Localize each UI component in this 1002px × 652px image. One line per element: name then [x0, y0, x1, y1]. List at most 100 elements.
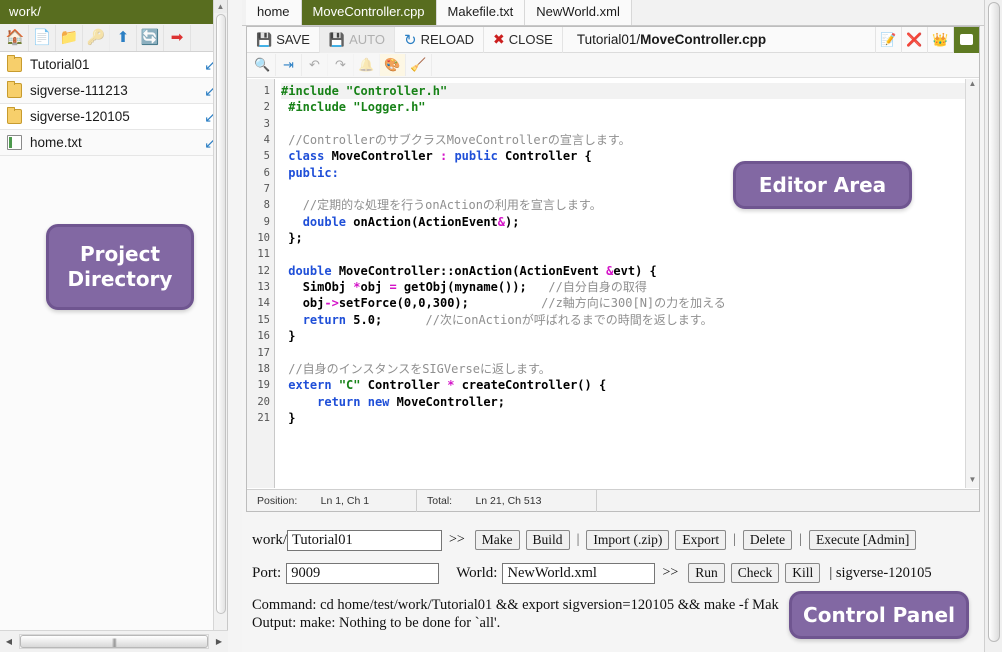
upload-icon[interactable]: ⬆ [110, 25, 137, 51]
main-area: home MoveController.cpp Makefile.txt New… [242, 0, 984, 652]
code-line[interactable]: return 5.0; //次にonActionが呼ばれるまでの時間を返します。 [281, 312, 979, 328]
reload-button[interactable]: ↻ RELOAD [395, 27, 484, 53]
position-status: Position: Ln 1, Ch 1 [247, 490, 417, 512]
color-palette-icon[interactable]: 🎨 [380, 54, 406, 76]
new-folder-icon[interactable]: 📁 [56, 25, 83, 51]
code-editor[interactable]: 123456789101112131415161718192021 #inclu… [247, 79, 979, 488]
tab-movecontroller-cpp[interactable]: MoveController.cpp [302, 0, 437, 25]
scroll-right-icon[interactable]: ▶ [210, 637, 228, 646]
code-token: * [353, 280, 360, 294]
world-input[interactable]: NewWorld.xml [502, 563, 655, 584]
code-token: MoveController; [397, 395, 505, 409]
code-token: "Controller.h" [346, 84, 447, 98]
line-number: 19 [247, 377, 274, 393]
check-button[interactable]: Check [731, 563, 780, 583]
version-label: | sigverse-120105 [829, 565, 931, 582]
tab-makefile-txt[interactable]: Makefile.txt [437, 0, 526, 25]
code-line[interactable]: //ControllerのサブクラスMoveControllerの宣言します。 [281, 132, 979, 148]
folder-icon [7, 57, 22, 72]
separator: | [577, 532, 580, 548]
scrollbar-track[interactable]: ||| [19, 634, 209, 649]
port-input[interactable]: 9009 [286, 563, 439, 584]
build-button[interactable]: Build [526, 530, 570, 550]
code-line[interactable]: }; [281, 230, 979, 246]
auto-save-button[interactable]: 💾 AUTO [320, 27, 395, 53]
list-item[interactable]: home.txt ↙ [0, 130, 227, 156]
page-vertical-scrollbar[interactable] [984, 0, 1002, 652]
kill-button[interactable]: Kill [785, 563, 820, 583]
code-token: obj [361, 280, 383, 294]
refresh-icon[interactable]: 🔄 [137, 25, 164, 51]
home-icon[interactable]: 🏠 [2, 25, 29, 51]
total-value: Ln 21, Ch 513 [475, 495, 541, 507]
code-token [339, 84, 346, 98]
editor-vertical-scrollbar[interactable]: ▲ ▼ [965, 79, 979, 488]
code-token: Controller [368, 378, 440, 392]
scroll-left-icon[interactable]: ◀ [0, 637, 18, 646]
code-line[interactable] [281, 246, 979, 262]
close-button[interactable]: ✖ CLOSE [484, 27, 563, 53]
code-line[interactable] [281, 345, 979, 361]
key-icon[interactable]: 🔑 [83, 25, 110, 51]
line-number: 17 [247, 345, 274, 361]
code-line[interactable]: //自身のインスタンスをSIGVerseに返します。 [281, 361, 979, 377]
scrollbar-thumb[interactable]: ||| [20, 635, 208, 648]
code-line[interactable]: extern "C" Controller * createController… [281, 377, 979, 393]
code-line[interactable]: return new MoveController; [281, 394, 979, 410]
sidebar-horizontal-scrollbar[interactable]: ◀ ||| ▶ [0, 630, 228, 652]
clear-format-icon[interactable]: 🧹 [406, 54, 432, 76]
redo-icon[interactable]: ↷ [328, 54, 354, 76]
code-token: //自身のインスタンスをSIGVerseに返します。 [288, 362, 551, 376]
line-number: 6 [247, 165, 274, 181]
code-token [360, 395, 367, 409]
scroll-up-icon[interactable]: ▲ [966, 79, 979, 92]
code-line[interactable]: double MoveController::onAction(ActionEv… [281, 263, 979, 279]
code-token: { [650, 264, 657, 278]
code-line[interactable]: } [281, 410, 979, 426]
delete-button[interactable]: Delete [743, 530, 792, 550]
undo-icon[interactable]: ↶ [302, 54, 328, 76]
delete-error-icon[interactable]: ❌ [901, 27, 927, 53]
make-button[interactable]: Make [475, 530, 520, 550]
code-content[interactable]: #include "Controller.h" #include "Logger… [275, 79, 979, 488]
list-item[interactable]: Tutorial01 ↙ [0, 52, 227, 78]
save-label: SAVE [276, 32, 310, 47]
list-item[interactable]: sigverse-120105 ↙ [0, 104, 227, 130]
code-line[interactable]: #include "Controller.h" [281, 83, 979, 99]
bell-icon[interactable]: 🔔 [354, 54, 380, 76]
close-icon: ✖ [493, 31, 505, 48]
terminal-window-icon[interactable] [953, 27, 979, 53]
crown-icon[interactable]: 👑 [927, 27, 953, 53]
tab-newworld-xml[interactable]: NewWorld.xml [525, 0, 632, 25]
project-name-input[interactable]: Tutorial01 [287, 530, 442, 551]
line-number: 7 [247, 181, 274, 197]
sidebar-vertical-scrollbar[interactable]: ▲ [213, 0, 227, 630]
tab-home[interactable]: home [246, 0, 302, 25]
code-line[interactable]: SimObj *obj = getObj(myname()); //自分自身の取… [281, 279, 979, 295]
run-button[interactable]: Run [688, 563, 725, 583]
new-file-icon[interactable]: 📄 [29, 25, 56, 51]
line-number: 5 [247, 148, 274, 164]
logout-icon[interactable]: ➡ [164, 25, 191, 51]
scrollbar-thumb[interactable] [216, 14, 226, 614]
goto-line-icon[interactable]: ⇥ [276, 54, 302, 76]
import-zip-button[interactable]: Import (.zip) [586, 530, 669, 550]
scrollbar-thumb[interactable] [988, 2, 1000, 642]
code-line[interactable]: } [281, 328, 979, 344]
code-line[interactable]: #include "Logger.h" [281, 99, 979, 115]
find-icon[interactable]: 🔍 [250, 54, 276, 76]
arrow-indicator: >> [449, 532, 465, 548]
breadcrumb: Tutorial01/MoveController.cpp [563, 32, 875, 47]
export-button[interactable]: Export [675, 530, 726, 550]
edit-note-icon[interactable]: 📝 [875, 27, 901, 53]
save-button[interactable]: 💾 SAVE [247, 27, 320, 53]
code-token: //ControllerのサブクラスMoveControllerの宣言します。 [288, 133, 630, 147]
scroll-up-icon[interactable]: ▲ [214, 0, 227, 13]
code-line[interactable]: double onAction(ActionEvent&); [281, 214, 979, 230]
code-line[interactable] [281, 116, 979, 132]
list-item[interactable]: sigverse-111213 ↙ [0, 78, 227, 104]
code-token: MoveController [332, 149, 433, 163]
scroll-down-icon[interactable]: ▼ [966, 475, 979, 488]
code-line[interactable]: obj->setForce(0,0,300); //z軸方向に300[N]の力を… [281, 295, 979, 311]
execute-admin-button[interactable]: Execute [Admin] [809, 530, 916, 550]
